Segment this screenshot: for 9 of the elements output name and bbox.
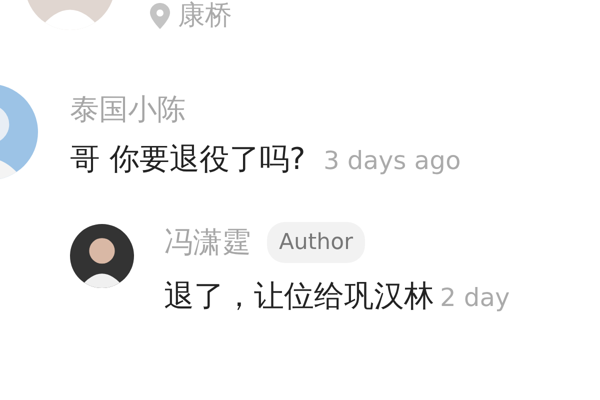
location-text: 康桥 [178,2,232,29]
comment-text: 退了，让位给巩汉林 [164,280,434,313]
comment-text: 哥 你要退役了吗? [70,142,306,176]
commenter-name: 泰国小陈 [70,94,186,126]
commenter-name: 冯潇霆 [164,226,251,258]
comment-time: 3 days ago [323,144,461,177]
author-tag: Author [267,222,366,263]
comment-time: 2 day [440,282,510,314]
location-pin-icon [150,2,170,28]
